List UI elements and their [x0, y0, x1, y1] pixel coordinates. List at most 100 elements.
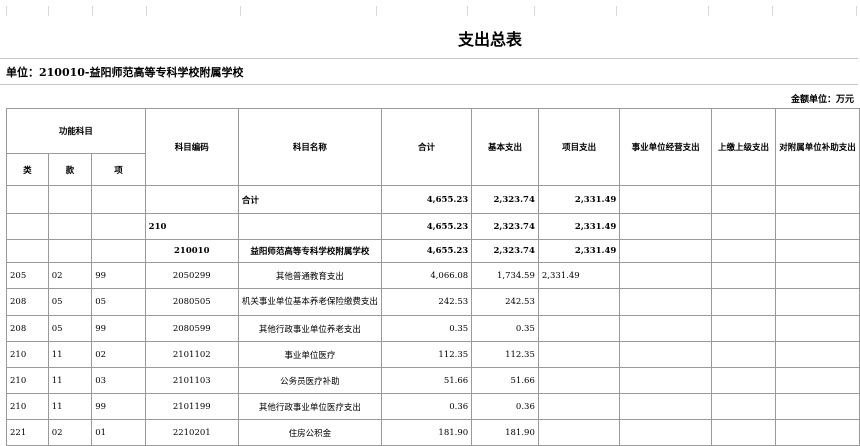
cell-basic: 2,323.74 [471, 185, 539, 214]
cell-code: 2080599 [144, 315, 239, 342]
header-operating: 事业单位经营支出 [619, 108, 713, 186]
cell-code: 210 [144, 213, 239, 240]
cell-lei: 208 [6, 288, 49, 316]
cell-kuan: 02 [47, 262, 93, 289]
cell-code: 2050299 [144, 262, 239, 289]
cell-code: 210010 [144, 239, 239, 263]
unit-label: 单位：210010-益阳师范高等专科学校附属学校 [6, 66, 244, 79]
cell-basic: 51.66 [471, 367, 539, 394]
cell-project: 2,331.49 [537, 262, 621, 289]
expense-table: 功能科目 科目编码 科目名称 合计 基本支出 项目支出 事业单位经营支出 上缴上… [6, 108, 860, 446]
cell-kuan: 11 [47, 393, 93, 420]
cell-total: 181.90 [380, 419, 473, 446]
table-row: 221 02 01 2210201 住房公积金 181.90 181.90 [6, 419, 860, 446]
summary-row-unit: 210010 益阳师范高等专科学校附属学校 4,655.23 2,323.74 … [6, 239, 860, 263]
cell-xiang: 03 [91, 367, 146, 394]
cell-xiang: 99 [91, 315, 146, 342]
cell-total: 4,066.08 [380, 262, 473, 289]
cell-xiang: 99 [91, 262, 146, 289]
cell-basic: 112.35 [471, 341, 539, 368]
cell-code: 2210201 [144, 419, 239, 446]
table-row: 208 05 05 2080505 机关事业单位基本养老保险缴费支出 242.5… [6, 288, 860, 316]
cell-basic: 0.36 [471, 393, 539, 420]
cell-code: 2101103 [144, 367, 239, 394]
cell-xiang: 99 [91, 393, 146, 420]
cell-total: 4,655.23 [380, 185, 473, 214]
cell-total: 51.66 [380, 367, 473, 394]
cell-code: 2101199 [144, 393, 239, 420]
cell-xiang: 01 [91, 419, 146, 446]
summary-row-total: 合计 4,655.23 2,323.74 2,331.49 [6, 185, 860, 214]
cell-code [144, 185, 239, 214]
summary-row-class: 210 4,655.23 2,323.74 2,331.49 [6, 213, 860, 240]
cell-project: 2,331.49 [537, 239, 621, 263]
header-project: 项目支出 [537, 108, 621, 186]
header-total: 合计 [380, 108, 473, 186]
table-row: 205 02 99 2050299 其他普通教育支出 4,066.08 1,73… [6, 262, 860, 289]
cell-total: 0.36 [380, 393, 473, 420]
table-header-row: 功能科目 科目编码 科目名称 合计 基本支出 项目支出 事业单位经营支出 上缴上… [6, 108, 860, 186]
cell-lei: 210 [6, 367, 49, 394]
header-subject-code: 科目编码 [144, 108, 239, 186]
cell-project [537, 341, 621, 368]
header-upper: 上缴上级支出 [711, 108, 776, 186]
cell-project: 2,331.49 [537, 213, 621, 240]
header-basic: 基本支出 [471, 108, 539, 186]
cell-name: 合计 [237, 185, 382, 214]
cell-lei: 208 [6, 315, 49, 342]
cell-project: 2,331.49 [537, 185, 621, 214]
cell-lei: 210 [6, 341, 49, 368]
table-row: 208 05 99 2080599 其他行政事业单位养老支出 0.35 0.35 [6, 315, 860, 342]
header-kuan: 款 [47, 153, 93, 186]
cell-total: 242.53 [380, 288, 473, 316]
header-lei: 类 [6, 153, 49, 186]
cell-lei: 210 [6, 393, 49, 420]
cell-lei: 205 [6, 262, 49, 289]
cell-name: 其他普通教育支出 [237, 262, 382, 289]
header-subject-name: 科目名称 [237, 108, 382, 186]
cell-lei: 221 [6, 419, 49, 446]
cell-xiang: 05 [91, 288, 146, 316]
cell-project [537, 288, 621, 316]
cell-code: 2101102 [144, 341, 239, 368]
header-func-subject: 功能科目 [6, 108, 146, 154]
cell-basic: 1,734.59 [471, 262, 539, 289]
cell-basic: 2,323.74 [471, 239, 539, 263]
cell-basic: 2,323.74 [471, 213, 539, 240]
cell-name: 益阳师范高等专科学校附属学校 [237, 239, 382, 263]
cell-basic: 0.35 [471, 315, 539, 342]
cell-total: 4,655.23 [380, 213, 473, 240]
table-row: 210 11 03 2101103 公务员医疗补助 51.66 51.66 [6, 367, 860, 394]
cell-name: 其他行政事业单位医疗支出 [237, 393, 382, 420]
cell-name: 事业单位医疗 [237, 341, 382, 368]
cell-total: 0.35 [380, 315, 473, 342]
money-unit-label: 金额单位：万元 [790, 95, 854, 105]
cell-xiang: 02 [91, 341, 146, 368]
page-title: 支出总表 [457, 30, 522, 49]
cell-name [237, 213, 382, 240]
unit-divider [0, 84, 858, 85]
cell-total: 4,655.23 [380, 239, 473, 263]
cell-name: 住房公积金 [237, 419, 382, 446]
cell-kuan: 05 [47, 315, 93, 342]
cell-name: 其他行政事业单位养老支出 [237, 315, 382, 342]
cell-basic: 242.53 [471, 288, 539, 316]
cell-kuan: 05 [47, 288, 93, 316]
cell-kuan: 11 [47, 341, 93, 368]
cell-project [537, 419, 621, 446]
cell-kuan: 02 [47, 419, 93, 446]
cell-code: 2080505 [144, 288, 239, 316]
cell-kuan: 11 [47, 367, 93, 394]
cell-project [537, 315, 621, 342]
sheet-grid-top [0, 0, 860, 20]
header-xiang: 项 [91, 153, 146, 186]
cell-project [537, 393, 621, 420]
table-row: 210 11 02 2101102 事业单位医疗 112.35 112.35 [6, 341, 860, 368]
cell-name: 公务员医疗补助 [237, 367, 382, 394]
header-subsidy: 对附属单位补助支出 [774, 108, 860, 186]
table-row: 210 11 99 2101199 其他行政事业单位医疗支出 0.36 0.36 [6, 393, 860, 420]
cell-name: 机关事业单位基本养老保险缴费支出 [237, 288, 382, 316]
cell-basic: 181.90 [471, 419, 539, 446]
cell-total: 112.35 [380, 341, 473, 368]
cell-project [537, 367, 621, 394]
